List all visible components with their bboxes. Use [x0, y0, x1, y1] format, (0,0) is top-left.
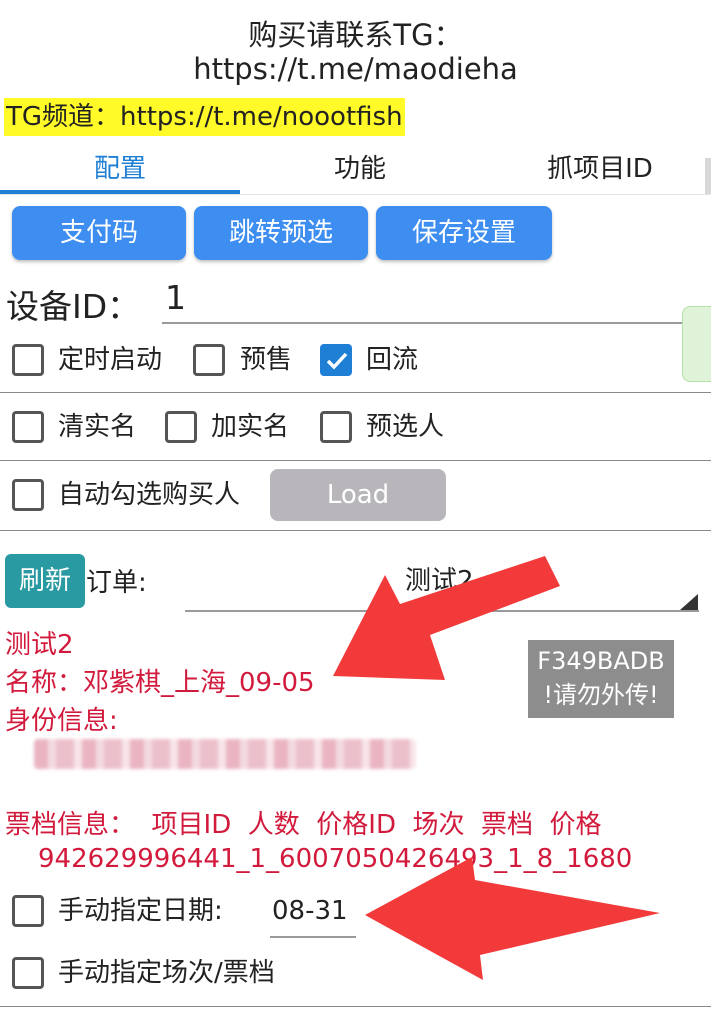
timer-start-checkbox[interactable]: [12, 344, 44, 376]
order-label: 订单:: [86, 568, 147, 598]
order-info-title: 测试2: [5, 630, 74, 660]
save-settings-button[interactable]: 保存设置: [376, 206, 552, 260]
preselect-person-label: 预选人: [366, 412, 445, 442]
order-info-name: 名称：邓紫棋_上海_09-05: [5, 668, 315, 698]
row-divider: [0, 392, 711, 393]
jump-preselect-button[interactable]: 跳转预选: [194, 206, 368, 260]
return-flow-checkbox[interactable]: [320, 344, 352, 376]
device-id-label: 设备ID：: [6, 287, 141, 326]
ticket-info-value: 942629996441_1_6007050426493_1_8_1680: [38, 844, 633, 874]
watermark-code: F349BADB: [537, 647, 665, 675]
manual-date-input[interactable]: 08-31: [272, 892, 348, 930]
auto-select-buyer-label: 自动勾选购买人: [58, 480, 241, 510]
clear-realname-label: 清实名: [58, 412, 137, 442]
device-id-underline: [162, 322, 700, 324]
tab-scroll-indicator: [705, 158, 711, 194]
row-divider: [0, 1006, 711, 1007]
floating-assistant-icon[interactable]: [682, 306, 711, 382]
presale-label: 预售: [240, 345, 293, 375]
tab-capture-project-id[interactable]: 抓项目ID: [480, 150, 711, 188]
pay-code-button[interactable]: 支付码: [12, 206, 186, 260]
manual-session-checkbox[interactable]: [12, 957, 44, 989]
load-button[interactable]: Load: [270, 469, 446, 521]
add-realname-checkbox[interactable]: [165, 411, 197, 443]
timer-start-label: 定时启动: [58, 345, 163, 375]
auto-select-buyer-checkbox[interactable]: [12, 479, 44, 511]
refresh-button[interactable]: 刷新: [5, 554, 85, 608]
manual-date-label: 手动指定日期:: [58, 896, 223, 926]
preselect-person-checkbox[interactable]: [320, 411, 352, 443]
ticket-info-header: 票档信息： 项目ID 人数 价格ID 场次 票档 价格: [5, 810, 602, 840]
add-realname-label: 加实名: [211, 412, 290, 442]
order-select-underline: [185, 610, 699, 612]
row-divider: [0, 530, 711, 531]
redacted-identity-info: [34, 739, 416, 769]
manual-session-label: 手动指定场次/票档: [58, 958, 275, 988]
tab-function[interactable]: 功能: [240, 150, 480, 188]
tab-config[interactable]: 配置: [0, 150, 240, 188]
tg-channel-link[interactable]: TG频道：https://t.me/noootfish: [4, 98, 405, 136]
manual-date-underline: [270, 936, 356, 938]
return-flow-label: 回流: [366, 345, 419, 375]
watermark-warning: !请勿外传!: [543, 681, 659, 709]
dropdown-triangle-icon[interactable]: [680, 594, 698, 610]
contact-title: 购买请联系TG：: [248, 18, 463, 52]
device-id-input[interactable]: 1: [165, 278, 186, 317]
clear-realname-checkbox[interactable]: [12, 411, 44, 443]
presale-checkbox[interactable]: [193, 344, 225, 376]
tab-bar-divider: [0, 194, 711, 195]
manual-date-checkbox[interactable]: [12, 895, 44, 927]
contact-link[interactable]: https://t.me/maodieha: [0, 52, 711, 86]
checkmark-icon: [326, 352, 348, 370]
row-divider: [0, 460, 711, 461]
identity-info-label: 身份信息:: [5, 706, 118, 736]
order-select-value[interactable]: 测试2: [405, 562, 474, 600]
watermark: F349BADB !请勿外传!: [528, 640, 674, 718]
